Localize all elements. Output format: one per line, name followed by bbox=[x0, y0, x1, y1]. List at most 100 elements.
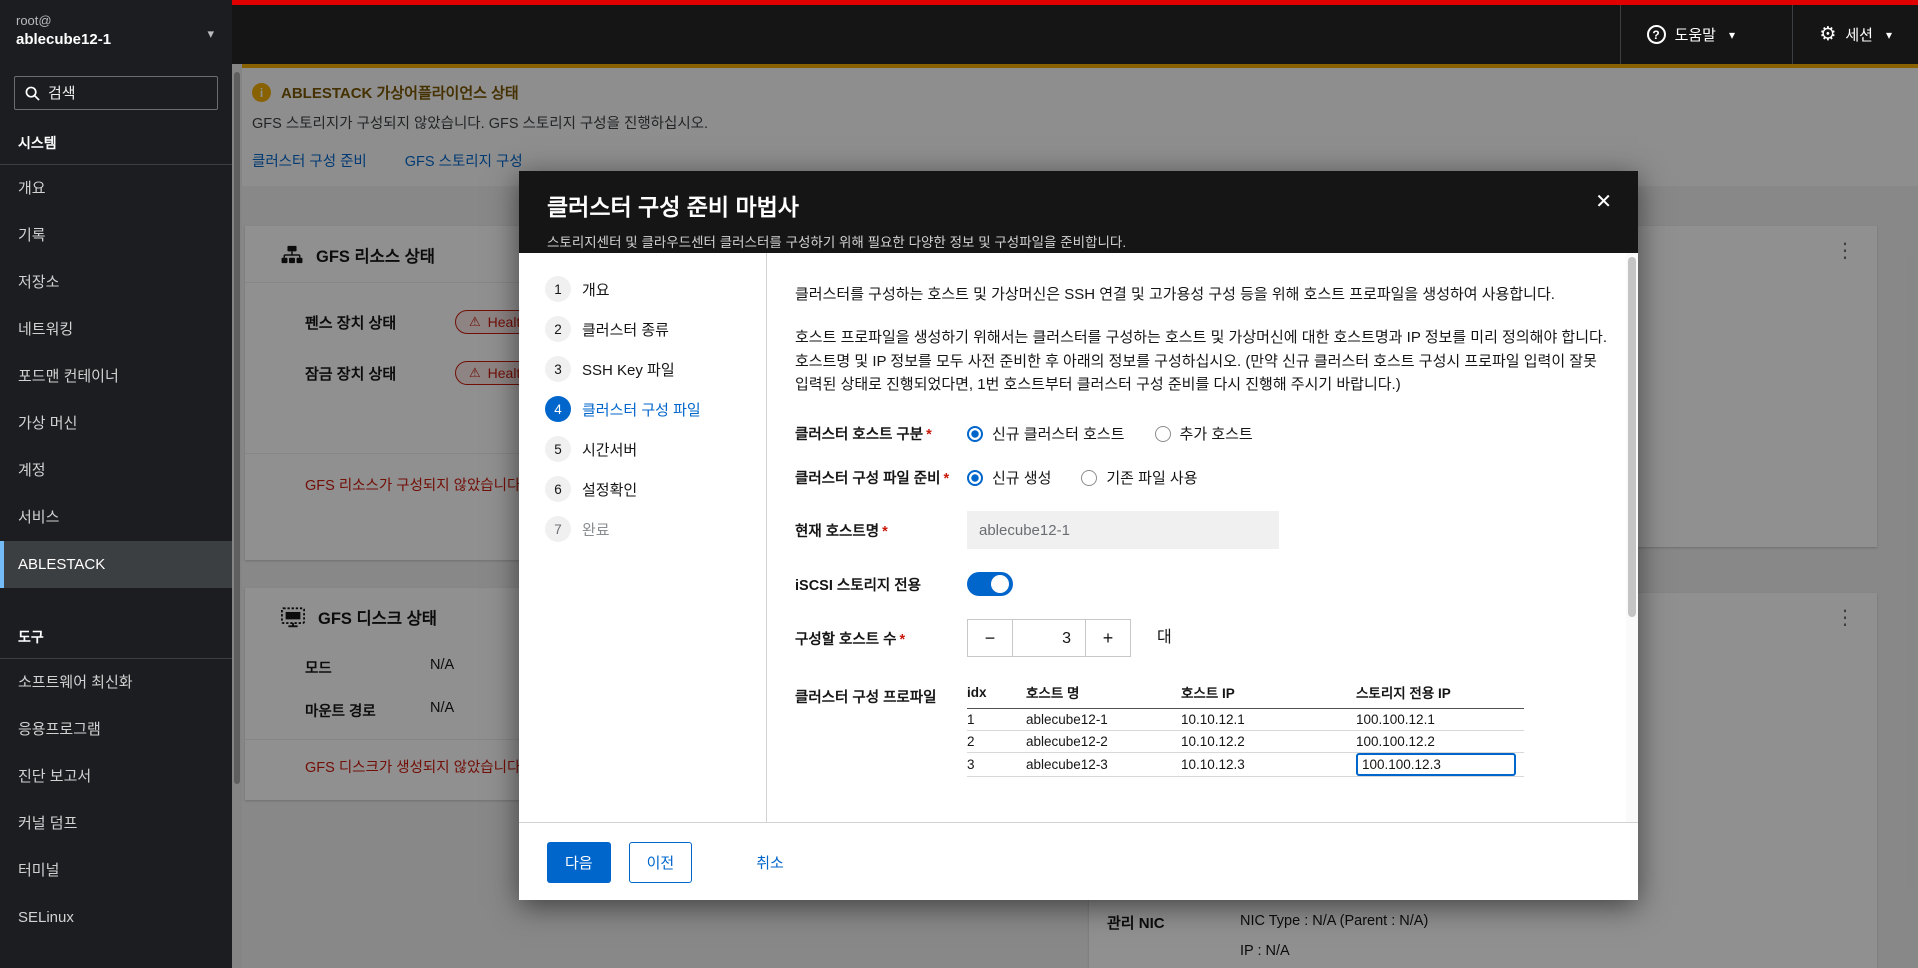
sidebar-item-overview[interactable]: 개요 bbox=[0, 165, 232, 212]
help-menu[interactable]: ? 도움말 ▾ bbox=[1619, 5, 1761, 64]
field-label: 클러스터 구성 프로파일 bbox=[795, 690, 937, 706]
cell-host-ip[interactable]: 10.10.12.3 bbox=[1181, 752, 1356, 777]
chevron-down-icon: ▾ bbox=[1885, 27, 1892, 42]
gear-icon: ⚙ bbox=[1819, 24, 1837, 45]
radio-label: 추가 호스트 bbox=[1179, 426, 1253, 443]
modal-body: 1 개요 2 클러스터 종류 3 SSH Key 파일 4 클러스터 구성 파일… bbox=[519, 253, 1638, 822]
step-3-ssh-key-file[interactable]: 3 SSH Key 파일 bbox=[545, 356, 766, 382]
toggle-knob bbox=[991, 575, 1009, 593]
radio-existing-file[interactable]: 기존 파일 사용 bbox=[1081, 467, 1198, 488]
radio-icon bbox=[1081, 469, 1098, 486]
storage-ip-edit-input[interactable] bbox=[1356, 753, 1516, 776]
sidebar-item-software-updates[interactable]: 소프트웨어 최신화 bbox=[0, 659, 232, 706]
modal-header: 클러스터 구성 준비 마법사 스토리지센터 및 클라우드센터 클러스터를 구성하… bbox=[519, 171, 1638, 253]
iscsi-toggle[interactable] bbox=[967, 572, 1013, 596]
cell-storage-ip[interactable]: 100.100.12.2 bbox=[1356, 730, 1524, 753]
column-header: idx bbox=[967, 680, 1026, 709]
sidebar-section-system: 시스템 bbox=[0, 118, 232, 165]
step-5-time-server[interactable]: 5 시간서버 bbox=[545, 436, 766, 462]
cell-host-name[interactable]: ablecube12-3 bbox=[1026, 752, 1181, 777]
scrollbar-thumb[interactable] bbox=[1628, 257, 1636, 617]
cancel-button[interactable]: 취소 bbox=[756, 842, 784, 883]
modal-scrollbar[interactable] bbox=[1626, 253, 1638, 822]
step-4-cluster-config-file[interactable]: 4 클러스터 구성 파일 bbox=[545, 396, 766, 422]
step-label: 시간서버 bbox=[582, 441, 638, 459]
search-icon bbox=[25, 86, 40, 101]
field-label: 구성할 호스트 수 * bbox=[795, 631, 906, 648]
sidebar-item-podman-containers[interactable]: 포드맨 컨테이너 bbox=[0, 353, 232, 400]
wizard-steps-nav: 1 개요 2 클러스터 종류 3 SSH Key 파일 4 클러스터 구성 파일… bbox=[519, 253, 767, 822]
search-input[interactable] bbox=[48, 84, 207, 102]
cluster-wizard-modal: 클러스터 구성 준비 마법사 스토리지센터 및 클라우드센터 클러스터를 구성하… bbox=[519, 171, 1638, 900]
minus-button[interactable]: − bbox=[967, 619, 1013, 657]
next-button[interactable]: 다음 bbox=[547, 842, 611, 883]
cell-idx: 3 bbox=[967, 752, 1026, 777]
sidebar-item-terminal[interactable]: 터미널 bbox=[0, 847, 232, 894]
step-label: 완료 bbox=[582, 521, 610, 539]
required-marker: * bbox=[882, 523, 888, 540]
sidebar-item-virtual-machines[interactable]: 가상 머신 bbox=[0, 400, 232, 447]
step-number: 6 bbox=[545, 476, 571, 502]
step-2-cluster-type[interactable]: 2 클러스터 종류 bbox=[545, 316, 766, 342]
cell-host-ip[interactable]: 10.10.12.1 bbox=[1181, 708, 1356, 731]
required-marker: * bbox=[899, 631, 906, 648]
step-number: 5 bbox=[545, 436, 571, 462]
sidebar-item-accounts[interactable]: 계정 bbox=[0, 447, 232, 494]
sidebar-item-ablestack[interactable]: ABLESTACK bbox=[0, 541, 232, 588]
file-prepare-row: 클러스터 구성 파일 준비 * 신규 생성 기존 파일 사용 bbox=[795, 467, 1614, 488]
help-icon: ? bbox=[1646, 25, 1666, 44]
modal-title: 클러스터 구성 준비 마법사 bbox=[547, 194, 799, 220]
cell-storage-ip[interactable]: 100.100.12.1 bbox=[1356, 708, 1524, 731]
cluster-profile-table: idx 호스트 명 호스트 IP 스토리지 전용 IP 1 ablecube12… bbox=[967, 680, 1524, 777]
step-label: SSH Key 파일 bbox=[582, 361, 675, 379]
masthead: ? 도움말 ▾ ⚙ 세션 ▾ bbox=[232, 0, 1918, 64]
sidebar-item-storage[interactable]: 저장소 bbox=[0, 259, 232, 306]
back-button[interactable]: 이전 bbox=[628, 842, 693, 883]
sidebar-item-logs[interactable]: 기록 bbox=[0, 212, 232, 259]
sidebar-item-services[interactable]: 서비스 bbox=[0, 494, 232, 541]
help-label: 도움말 bbox=[1674, 27, 1716, 44]
radio-new-cluster-host[interactable]: 신규 클러스터 호스트 bbox=[967, 423, 1125, 444]
chevron-down-icon: ▾ bbox=[207, 26, 214, 41]
sidebar-item-kernel-dump[interactable]: 커널 덤프 bbox=[0, 800, 232, 847]
radio-icon bbox=[967, 425, 983, 442]
sidebar-item-applications[interactable]: 응용프로그램 bbox=[0, 706, 232, 753]
radio-icon bbox=[967, 469, 983, 486]
step-number: 1 bbox=[545, 276, 571, 302]
sidebar-item-networking[interactable]: 네트워킹 bbox=[0, 306, 232, 353]
plus-button[interactable]: + bbox=[1085, 619, 1131, 657]
radio-new-file[interactable]: 신규 생성 bbox=[967, 467, 1051, 488]
cell-idx: 2 bbox=[967, 730, 1026, 753]
step-number: 4 bbox=[545, 396, 571, 422]
table-row: 3 ablecube12-3 10.10.12.3 bbox=[967, 752, 1524, 777]
column-header: 호스트 명 bbox=[1026, 680, 1181, 709]
hostname: ablecube12-1 bbox=[16, 31, 112, 48]
field-label: 클러스터 호스트 구분 * bbox=[795, 427, 932, 443]
field-label: 현재 호스트명 * bbox=[795, 523, 888, 540]
wizard-step-content: 클러스터를 구성하는 호스트 및 가상머신은 SSH 연결 및 고가용성 구성 … bbox=[767, 253, 1624, 822]
radio-additional-host[interactable]: 추가 호스트 bbox=[1154, 423, 1253, 444]
sidebar-search[interactable] bbox=[14, 76, 218, 110]
column-header: 호스트 IP bbox=[1181, 680, 1356, 709]
modal-footer: 다음 이전 취소 bbox=[519, 822, 1638, 900]
cluster-profile-row: 클러스터 구성 프로파일 idx 호스트 명 호스트 IP 스토리지 전용 IP bbox=[795, 680, 1614, 777]
close-icon[interactable]: ✕ bbox=[1595, 189, 1612, 214]
cell-host-name[interactable]: ablecube12-1 bbox=[1026, 708, 1181, 731]
required-marker: * bbox=[943, 471, 950, 487]
sidebar-item-diagnostic-reports[interactable]: 진단 보고서 bbox=[0, 753, 232, 800]
host-type-row: 클러스터 호스트 구분 * 신규 클러스터 호스트 추가 호스트 bbox=[795, 423, 1614, 444]
sidebar-item-selinux[interactable]: SELinux bbox=[0, 894, 232, 941]
column-header: 스토리지 전용 IP bbox=[1356, 680, 1524, 709]
cell-host-ip[interactable]: 10.10.12.2 bbox=[1181, 730, 1356, 753]
field-label: 클러스터 구성 파일 준비 * bbox=[795, 471, 950, 487]
radio-label: 신규 클러스터 호스트 bbox=[992, 426, 1125, 443]
session-menu[interactable]: ⚙ 세션 ▾ bbox=[1792, 5, 1918, 64]
step-1-overview[interactable]: 1 개요 bbox=[545, 276, 766, 302]
sidebar: root@ ablecube12-1 ▾ 시스템 개요 기록 저장소 네트워킹 … bbox=[0, 0, 232, 968]
host-count-value: 3 bbox=[1013, 619, 1085, 657]
step-6-confirm-settings[interactable]: 6 설정확인 bbox=[545, 476, 766, 502]
cell-host-name[interactable]: ablecube12-2 bbox=[1026, 730, 1181, 753]
host-switcher[interactable]: root@ ablecube12-1 ▾ bbox=[0, 0, 232, 64]
required-marker: * bbox=[926, 427, 932, 443]
table-row: 2 ablecube12-2 10.10.12.2 100.100.12.2 bbox=[967, 730, 1524, 753]
